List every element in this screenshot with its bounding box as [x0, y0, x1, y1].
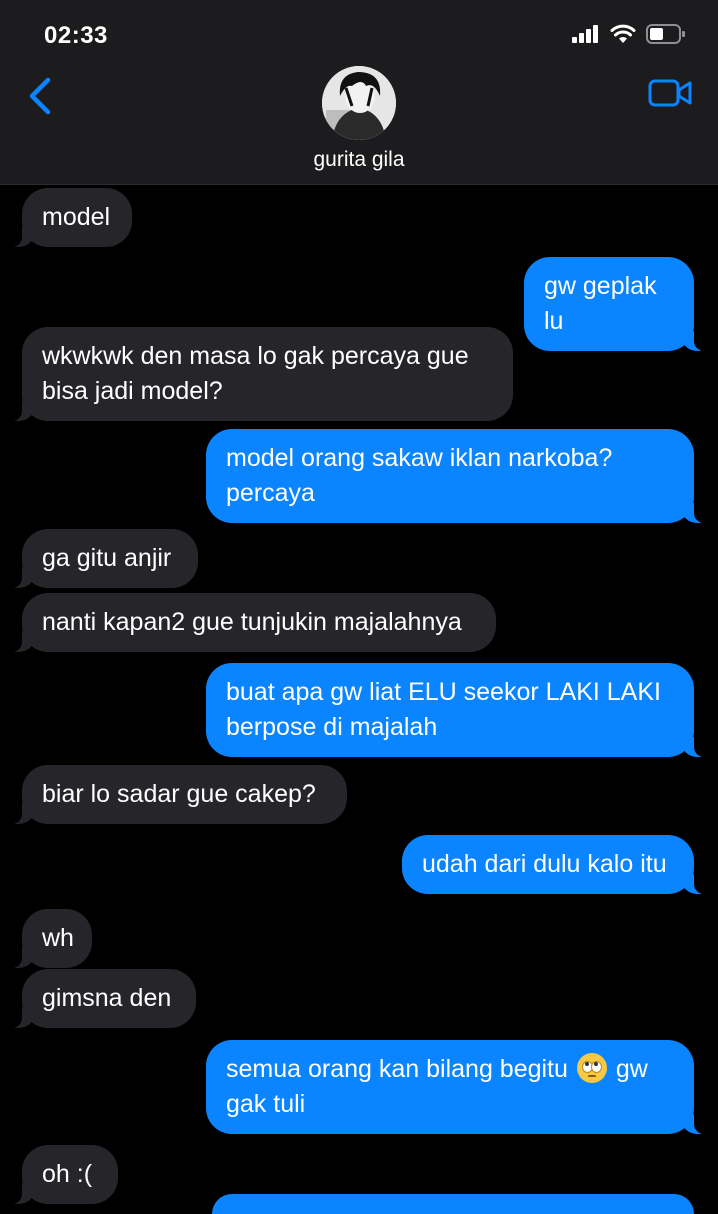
back-chevron-icon — [29, 77, 51, 115]
message-text: ga gitu anjir — [42, 544, 172, 572]
message-bubble[interactable]: gimsna den — [12, 969, 196, 1028]
message-bubble[interactable]: udah dari dulu kalo itu — [402, 835, 704, 894]
message-bubble[interactable]: model — [12, 188, 132, 247]
message-bubble[interactable]: model orang sakaw iklan narkoba? percaya — [206, 429, 704, 523]
battery-icon — [646, 24, 685, 44]
message-text: buat apa gw liat ELU seekor LAKI LAKI be… — [226, 678, 661, 741]
video-call-button[interactable] — [648, 78, 692, 113]
video-call-icon — [648, 79, 692, 107]
message-bubble[interactable]: wh — [12, 909, 92, 968]
message-bubble-partial[interactable] — [212, 1194, 694, 1214]
chat-header: 02:33 gurita gila — [0, 0, 718, 185]
status-icons — [572, 24, 686, 44]
message-text: gimsna den — [42, 984, 172, 1012]
contact-name[interactable]: gurita gila — [0, 148, 718, 172]
message-bubble[interactable]: oh :( — [12, 1145, 118, 1204]
message-text: gw geplak lu — [544, 272, 664, 335]
message-text: wh — [42, 924, 74, 952]
status-time: 02:33 — [44, 22, 108, 49]
message-text: model orang sakaw iklan narkoba? percaya — [226, 444, 613, 507]
message-text: wkwkwk den masa lo gak percaya gue bisa … — [42, 342, 469, 405]
message-bubble[interactable]: nanti kapan2 gue tunjukin majalahnya — [12, 593, 496, 652]
message-text: oh :( — [42, 1160, 93, 1188]
message-bubble[interactable]: gw geplak lu — [524, 257, 704, 351]
message-text-before-emoji: semua orang kan bilang begitu — [226, 1055, 568, 1083]
back-button[interactable] — [26, 76, 52, 121]
message-text: model — [42, 203, 111, 231]
signal-icon — [572, 25, 598, 43]
avatar-image — [322, 66, 396, 140]
eye-roll-emoji-icon — [576, 1053, 607, 1083]
message-bubble[interactable]: ga gitu anjir — [12, 529, 198, 588]
message-bubble[interactable]: buat apa gw liat ELU seekor LAKI LAKI be… — [206, 663, 704, 757]
message-bubble[interactable]: semua orang kan bilang begitu gw gak tul… — [206, 1040, 704, 1134]
wifi-icon — [610, 24, 636, 43]
contact-avatar[interactable] — [322, 66, 396, 140]
message-text: udah dari dulu kalo itu — [422, 850, 667, 878]
message-bubble[interactable]: biar lo sadar gue cakep? — [12, 765, 347, 824]
message-bubble[interactable]: wkwkwk den masa lo gak percaya gue bisa … — [12, 327, 513, 421]
message-text: nanti kapan2 gue tunjukin majalahnya — [42, 608, 462, 636]
message-text: biar lo sadar gue cakep? — [42, 780, 316, 808]
